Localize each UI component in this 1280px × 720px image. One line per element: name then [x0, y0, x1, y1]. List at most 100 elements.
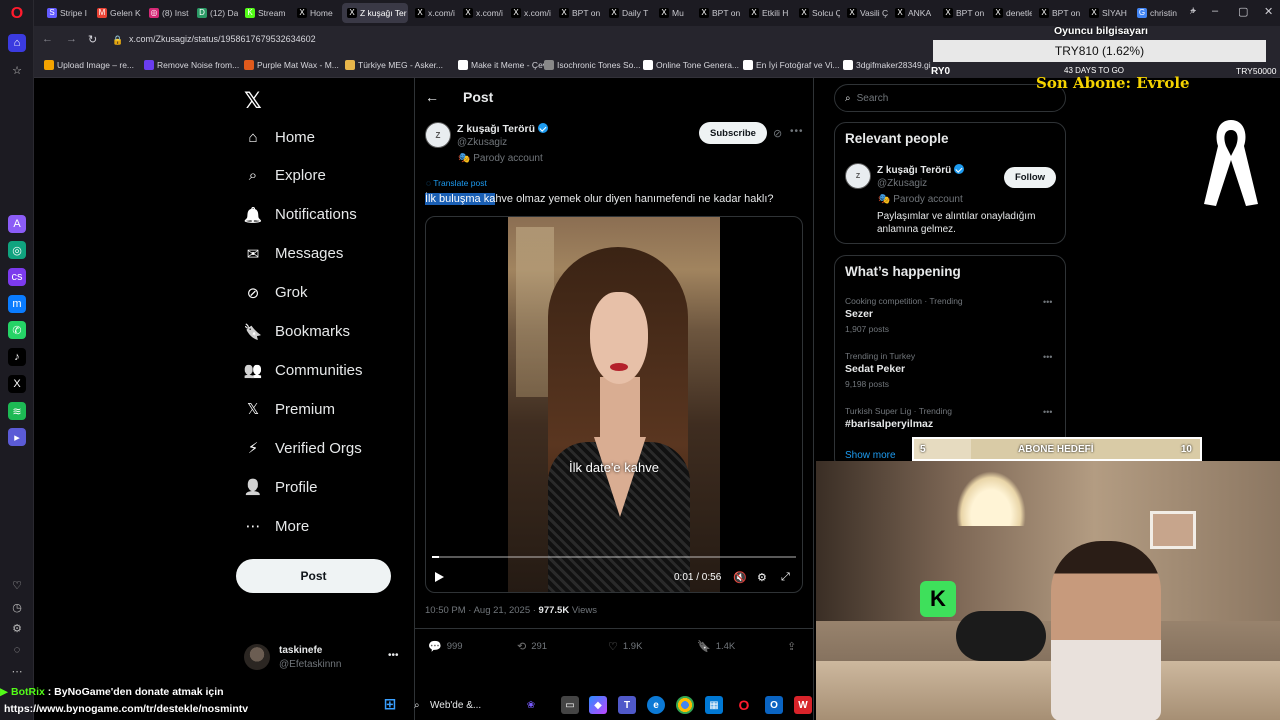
star-icon[interactable]: ☆ — [8, 61, 26, 79]
video-player[interactable]: İlk date'e kahve 0:01 / 0:56 🔇 ⚙ ⤢ — [425, 216, 803, 593]
x-logo-icon[interactable]: 𝕏 — [244, 88, 262, 114]
grok-explain-icon[interactable]: ⊘ — [773, 127, 782, 140]
nav-item-grok[interactable]: ⊘ Grok — [244, 280, 308, 306]
search-tabs-icon[interactable]: ⌕ — [1190, 5, 1196, 18]
post-more-icon[interactable]: ••• — [790, 126, 804, 137]
opera-logo-icon[interactable]: O — [8, 5, 26, 23]
history-icon[interactable]: ◷ — [8, 598, 26, 616]
taskview-icon[interactable]: ▭ — [561, 696, 579, 714]
back-arrow-icon[interactable]: ← — [425, 89, 439, 105]
reload-icon[interactable]: ↻ — [88, 33, 97, 46]
trend-name[interactable]: Sezer — [845, 308, 873, 320]
nav-item-verified-orgs[interactable]: ⚡ Verified Orgs — [244, 435, 362, 461]
browser-tab[interactable]: X Home — [292, 3, 340, 23]
browser-tab[interactable]: Gchristin — [1132, 3, 1182, 23]
windows-start-icon[interactable]: ⊞ — [381, 695, 399, 713]
browser-tab[interactable]: ◎ (8) Inst — [144, 3, 190, 23]
follow-button[interactable]: Follow — [1004, 167, 1056, 188]
browser-tab[interactable]: Xx.com/i — [410, 3, 456, 23]
play-icon[interactable] — [435, 572, 444, 582]
edge-icon[interactable]: e — [647, 696, 665, 714]
translate-post-link[interactable]: ◌ Translate post — [426, 178, 487, 188]
maximize-icon[interactable]: ▢ — [1238, 5, 1248, 18]
nav-item-messages[interactable]: ✉ Messages — [244, 241, 344, 267]
author-name[interactable]: Z kuşağı Terörü — [457, 123, 548, 135]
bookmark-item[interactable]: 3dgifmaker28349.gi... — [843, 60, 938, 70]
widgets-icon[interactable]: ❀ — [522, 696, 540, 714]
browser-tab[interactable]: X Daily T — [604, 3, 652, 23]
browser-tab[interactable]: X BPT on — [938, 3, 986, 23]
trend-more-icon[interactable]: ••• — [1043, 407, 1052, 417]
bookmark-item[interactable]: Remove Noise from... — [144, 60, 239, 70]
browser-tab[interactable]: D (12) Da — [192, 3, 238, 23]
video-frame[interactable] — [508, 217, 720, 592]
whatsapp-icon[interactable]: ✆ — [8, 321, 26, 339]
bookmark-item[interactable]: Make it Meme - Çev... — [458, 60, 554, 70]
browser-tab[interactable]: X Solcu Ç — [794, 3, 840, 23]
browser-tab[interactable]: XZ kuşağı Ter — [342, 3, 408, 23]
tiktok-icon[interactable]: ♪ — [8, 348, 26, 366]
forward-icon[interactable]: → — [66, 33, 77, 45]
store-icon[interactable]: ▦ — [705, 696, 723, 714]
browser-tab[interactable]: X Etkili H — [744, 3, 792, 23]
close-icon[interactable]: ✕ — [1264, 5, 1273, 18]
heart-icon[interactable]: ♡ — [8, 576, 26, 594]
browser-tab[interactable]: X ANKA — [890, 3, 936, 23]
share-button[interactable]: ⇪ — [787, 640, 801, 653]
bookmark-item[interactable]: Upload Image – re... — [44, 60, 134, 70]
author-avatar[interactable]: Z — [425, 122, 451, 148]
trend-more-icon[interactable]: ••• — [1043, 352, 1052, 362]
opera-taskbar-icon[interactable]: O — [735, 696, 753, 714]
more-dots-icon[interactable]: ⋯ — [8, 662, 26, 680]
settings-gear-icon[interactable]: ⚙ — [757, 571, 767, 584]
account-more-icon[interactable]: ••• — [388, 650, 399, 661]
browser-tab[interactable]: X SİYAH — [1084, 3, 1130, 23]
browser-tab[interactable]: X BPT on — [554, 3, 602, 23]
relevant-avatar[interactable]: Z — [845, 163, 871, 189]
browser-tab[interactable]: X Mu — [654, 3, 692, 23]
bookmark-item[interactable]: Purple Mat Wax - M... — [244, 60, 339, 70]
browser-tab[interactable]: Xx.com/i — [506, 3, 552, 23]
settings-icon[interactable]: ⚙ — [8, 619, 26, 637]
home-icon[interactable]: ⌂ — [8, 34, 26, 52]
show-more-link[interactable]: Show more — [845, 450, 896, 461]
browser-tab[interactable]: S Stripe I — [42, 3, 90, 23]
post-timestamp[interactable]: 10:50 PM · Aug 21, 2025 · — [425, 605, 539, 616]
teams-icon[interactable]: T — [618, 696, 636, 714]
avatar[interactable] — [244, 644, 270, 670]
post-button[interactable]: Post — [236, 559, 391, 593]
bookmark-item[interactable]: Online Tone Genera... — [643, 60, 739, 70]
reply-button[interactable]: 💬 999 — [428, 640, 463, 653]
browser-tab[interactable]: K Stream — [240, 3, 290, 23]
wps-icon[interactable]: W — [794, 696, 812, 714]
browser-tab[interactable]: X Vasili Ç — [842, 3, 888, 23]
mute-icon[interactable]: 🔇 — [733, 571, 747, 584]
cs-icon[interactable]: cs — [8, 268, 26, 286]
subscribe-button[interactable]: Subscribe — [699, 122, 767, 144]
browser-tab[interactable]: Xdenetle — [988, 3, 1032, 23]
bookmark-item[interactable]: En İyi Fotoğraf ve Vi... — [743, 60, 839, 70]
nav-item-more[interactable]: ⋯ More — [244, 513, 310, 539]
x-app-icon[interactable]: X — [8, 375, 26, 393]
copilot-icon[interactable]: ◆ — [589, 696, 607, 714]
aria-icon[interactable]: A — [8, 215, 26, 233]
trend-name[interactable]: Sedat Peker — [845, 363, 905, 375]
bookmark-item[interactable]: Isochronic Tones So... — [544, 60, 640, 70]
chatgpt-icon[interactable]: ◎ — [8, 241, 26, 259]
browser-tab[interactable]: X BPT on — [694, 3, 742, 23]
browser-tab[interactable]: M Gelen K — [92, 3, 142, 23]
bookmark-button[interactable]: 🔖 1.4K — [697, 640, 735, 653]
nav-item-notifications[interactable]: 🔔 Notifications — [244, 202, 357, 228]
fullscreen-icon[interactable]: ⤢ — [781, 571, 790, 584]
nav-item-profile[interactable]: 👤 Profile — [244, 474, 318, 500]
chrome-icon[interactable] — [676, 696, 694, 714]
back-icon[interactable]: ← — [42, 33, 53, 45]
repost-button[interactable]: ⟲ 291 — [517, 640, 547, 653]
trend-more-icon[interactable]: ••• — [1043, 297, 1052, 307]
search-input[interactable]: ⌕ Search — [834, 84, 1066, 112]
player-icon[interactable]: ▸ — [8, 428, 26, 446]
nav-item-premium[interactable]: 𝕏 Premium — [244, 396, 335, 422]
author-handle[interactable]: @Zkusagiz — [457, 137, 507, 148]
bookmark-item[interactable]: Türkiye MEG - Asker... — [345, 60, 443, 70]
nav-item-bookmarks[interactable]: 🔖 Bookmarks — [244, 319, 350, 345]
